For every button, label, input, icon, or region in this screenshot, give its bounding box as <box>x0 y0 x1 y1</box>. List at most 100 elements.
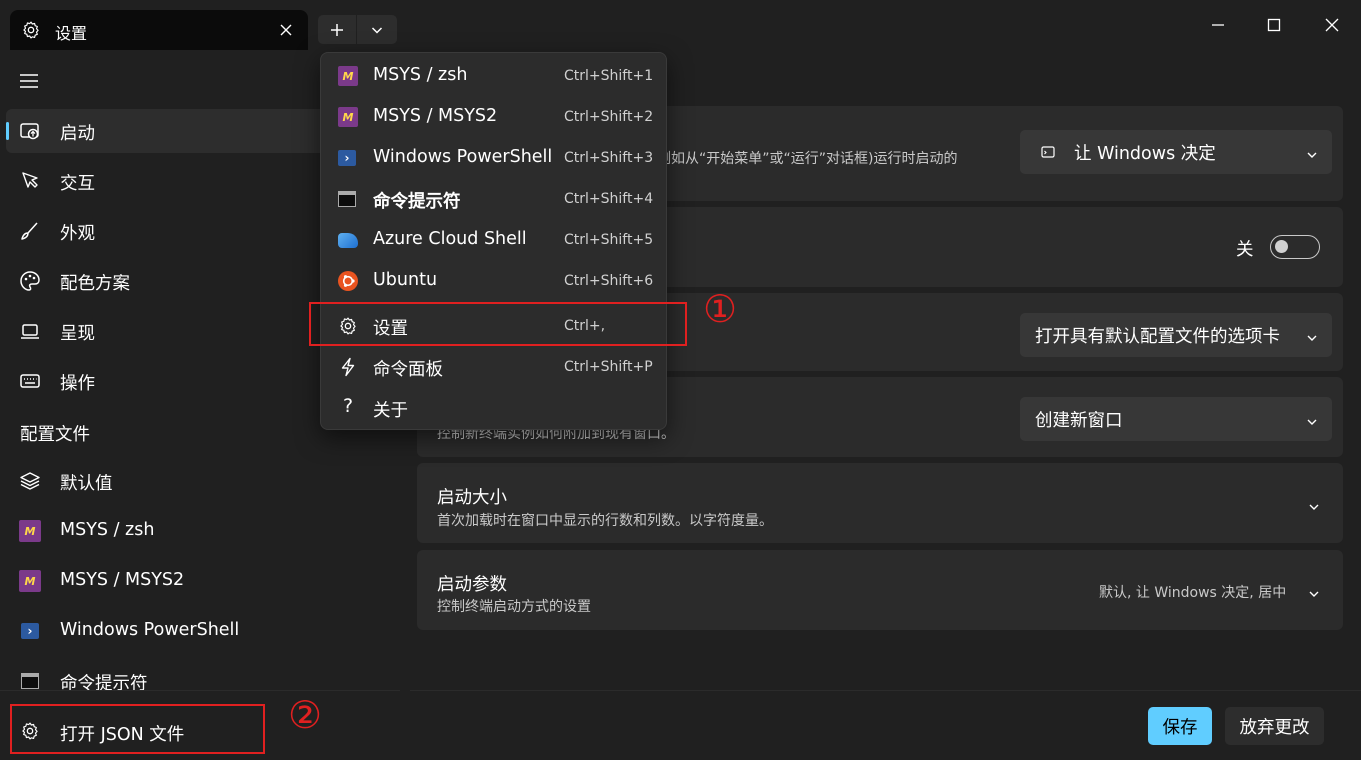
tab-settings[interactable]: 设置 <box>10 10 308 50</box>
minimize-icon <box>1212 24 1224 26</box>
menu-item-label: Azure Cloud Shell <box>373 229 527 249</box>
maximize-icon <box>1267 18 1281 32</box>
menu-item-label: MSYS / MSYS2 <box>373 106 498 126</box>
setting-card-launch-parameters[interactable]: 启动参数 控制终端启动方式的设置 默认, 让 Windows 决定, 居中 <box>417 550 1343 630</box>
gear-icon <box>21 20 41 40</box>
layers-icon <box>19 470 41 492</box>
new-tab-dropdown-menu: M MSYS / zsh Ctrl+Shift+1 M MSYS / MSYS2… <box>320 52 667 430</box>
menu-item-command-palette[interactable]: 命令面板 Ctrl+Shift+P <box>321 346 666 387</box>
open-json-file-button[interactable]: 打开 JSON 文件 <box>10 704 265 754</box>
interaction-icon <box>19 170 41 192</box>
cmd-icon <box>338 191 356 207</box>
menu-item-shortcut: Ctrl+Shift+5 <box>564 232 654 248</box>
msys-icon: M <box>338 66 358 86</box>
window-behavior-combo[interactable]: 创建新窗口 <box>1020 397 1332 441</box>
setting-title: 启动大小 <box>437 488 507 508</box>
menu-item-msys-msys2[interactable]: M MSYS / MSYS2 Ctrl+Shift+2 <box>321 96 666 137</box>
close-icon <box>1325 18 1339 32</box>
sidebar-item-label: 交互 <box>60 174 95 194</box>
menu-item-powershell[interactable]: › Windows PowerShell Ctrl+Shift+3 <box>321 137 666 178</box>
menu-item-shortcut: Ctrl+Shift+4 <box>564 191 654 207</box>
sidebar-item-label: Windows PowerShell <box>60 620 240 640</box>
brush-icon <box>19 220 41 242</box>
chevron-down-icon <box>371 26 383 34</box>
sidebar-item-msys-zsh[interactable]: M MSYS / zsh <box>6 509 396 553</box>
chevron-down-icon <box>1306 146 1318 158</box>
plus-icon <box>331 23 343 36</box>
new-tab-dropdown-button[interactable] <box>357 15 397 44</box>
menu-item-shortcut: Ctrl+Shift+3 <box>564 150 654 166</box>
tab-title: 设置 <box>55 24 88 43</box>
chevron-down-icon[interactable] <box>1308 498 1320 510</box>
sidebar-item-defaults[interactable]: 默认值 <box>6 459 396 503</box>
selection-indicator <box>6 122 9 140</box>
minimize-button[interactable] <box>1195 10 1241 40</box>
toggle-switch[interactable] <box>1270 235 1320 259</box>
msys-icon: M <box>338 107 358 127</box>
cmd-icon <box>21 673 39 689</box>
azure-cloud-icon <box>338 233 358 248</box>
menu-item-about[interactable]: ? 关于 <box>321 387 666 428</box>
sidebar-item-label: 启动 <box>60 124 95 144</box>
save-button[interactable]: 保存 <box>1148 707 1212 745</box>
launch-icon <box>19 120 41 142</box>
menu-item-label: Ubuntu <box>373 270 438 290</box>
question-icon: ? <box>342 395 354 417</box>
menu-item-cmd[interactable]: 命令提示符 Ctrl+Shift+4 <box>321 178 666 219</box>
window-close-button[interactable] <box>1309 10 1355 40</box>
annotation-number-2: ② <box>288 693 323 737</box>
menu-item-label: MSYS / zsh <box>373 65 468 85</box>
setting-title: 启动参数 <box>437 575 507 595</box>
sidebar-item-label: 配色方案 <box>60 274 130 294</box>
combo-value: 创建新窗口 <box>1035 411 1123 431</box>
gear-icon <box>20 721 40 741</box>
toggle-knob <box>1275 240 1288 253</box>
launch-mode-combo[interactable]: 让 Windows 决定 <box>1020 130 1332 174</box>
new-instance-combo[interactable]: 打开具有默认配置文件的选项卡 <box>1020 313 1332 357</box>
sidebar-item-msys-msys2[interactable]: M MSYS / MSYS2 <box>6 559 396 603</box>
divider <box>0 690 400 691</box>
maximize-button[interactable] <box>1251 10 1297 40</box>
menu-item-ubuntu[interactable]: Ubuntu Ctrl+Shift+6 <box>321 260 666 301</box>
close-icon[interactable] <box>277 21 295 39</box>
keyboard-icon <box>19 370 41 392</box>
msys-icon: M <box>19 520 41 542</box>
sidebar-item-powershell[interactable]: › Windows PowerShell <box>6 609 396 653</box>
sidebar-item-label: MSYS / MSYS2 <box>60 570 185 590</box>
new-tab-button[interactable] <box>318 15 356 44</box>
combo-value: 让 Windows 决定 <box>1074 144 1216 164</box>
menu-item-shortcut: Ctrl+Shift+P <box>564 359 653 375</box>
toggle-state-label: 关 <box>1236 240 1254 260</box>
setting-description: 首次加载时在窗口中显示的行数和列数。以字符度量。 <box>437 513 773 529</box>
menu-item-azure-cloud-shell[interactable]: Azure Cloud Shell Ctrl+Shift+5 <box>321 219 666 260</box>
chevron-down-icon[interactable] <box>1308 585 1320 597</box>
hamburger-menu-icon[interactable] <box>18 70 42 92</box>
setting-summary: 默认, 让 Windows 决定, 居中 <box>1099 585 1287 601</box>
sidebar-item-label: 操作 <box>60 374 95 394</box>
sidebar-item-label: 命令提示符 <box>60 674 148 690</box>
ubuntu-icon <box>338 271 358 291</box>
setting-card-launch-size[interactable]: 启动大小 首次加载时在窗口中显示的行数和列数。以字符度量。 <box>417 463 1343 543</box>
section-header-profiles: 配置文件 <box>20 425 90 445</box>
msys-icon: M <box>19 570 41 592</box>
menu-item-shortcut: Ctrl+Shift+1 <box>564 68 654 84</box>
annotation-number-1: ① <box>703 287 738 331</box>
divider <box>410 690 1361 691</box>
sidebar-item-label: 默认值 <box>60 474 113 494</box>
palette-icon <box>19 270 41 292</box>
powershell-icon: › <box>21 623 39 639</box>
lightning-icon <box>338 357 358 377</box>
menu-item-shortcut: Ctrl+Shift+6 <box>564 273 654 289</box>
menu-item-label: 命令面板 <box>373 360 443 380</box>
discard-changes-button[interactable]: 放弃更改 <box>1225 707 1324 745</box>
laptop-icon <box>19 320 41 342</box>
menu-item-shortcut: Ctrl+Shift+2 <box>564 109 654 125</box>
annotation-highlight-settings <box>309 302 687 346</box>
sidebar-item-cmd[interactable]: 命令提示符 <box>6 659 396 690</box>
setting-description: 控制终端启动方式的设置 <box>437 599 591 615</box>
menu-item-msys-zsh[interactable]: M MSYS / zsh Ctrl+Shift+1 <box>321 55 666 96</box>
combo-value: 打开具有默认配置文件的选项卡 <box>1035 327 1280 347</box>
menu-item-label: 关于 <box>373 401 408 421</box>
menu-item-label: Windows PowerShell <box>373 147 553 167</box>
sidebar-item-label: 呈现 <box>60 324 95 344</box>
